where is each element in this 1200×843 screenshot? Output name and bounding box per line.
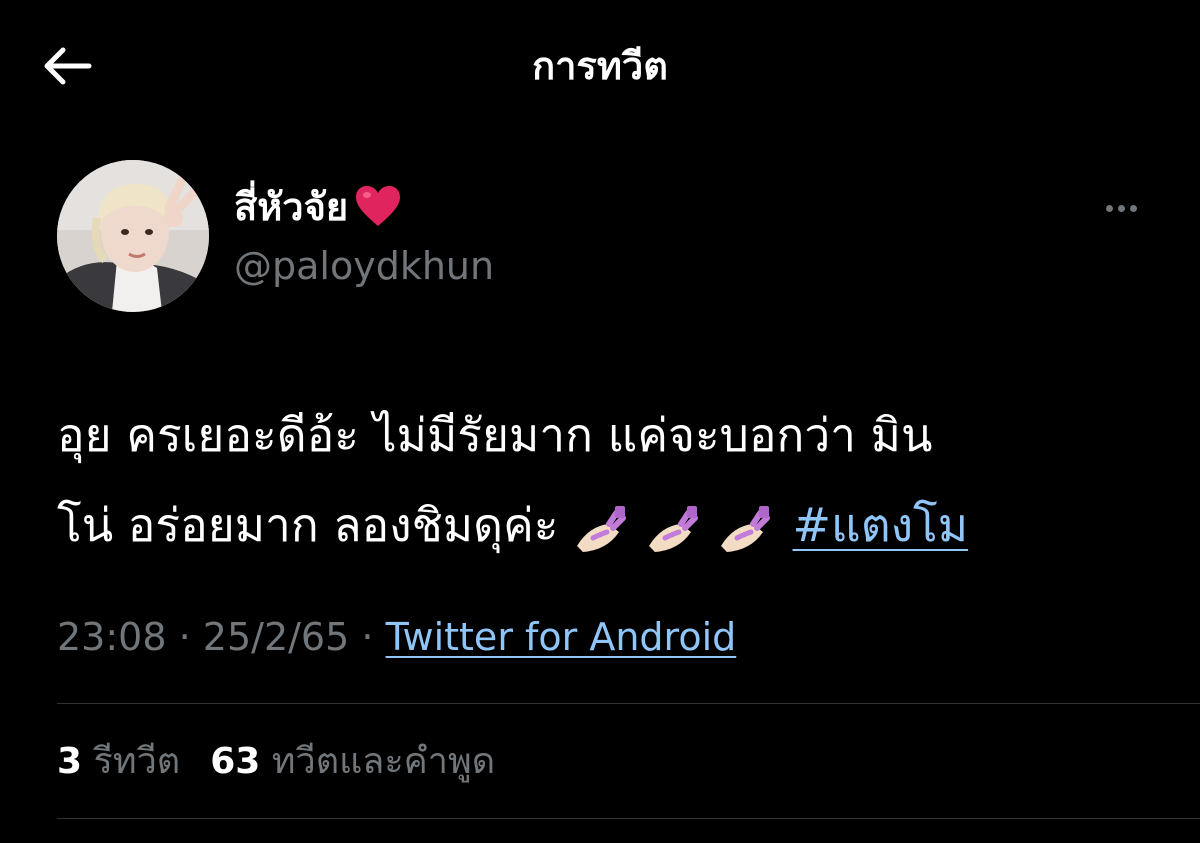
tweet-stats: 3 รีทวีต 63 ทวีตและคำพูด — [57, 734, 495, 790]
page-title: การทวีต — [532, 44, 668, 88]
tweet-text-line-2-text: โน่ อร่อยมาก ลองชิมดุค่ะ — [57, 498, 559, 552]
username-handle[interactable]: @paloydkhun — [234, 240, 494, 292]
nail-polish-icon — [576, 505, 626, 552]
tweet-source-link[interactable]: Twitter for Android — [386, 615, 737, 659]
more-horizontal-icon — [1105, 204, 1113, 212]
divider — [57, 818, 1200, 819]
meta-separator: · — [178, 615, 191, 659]
tweet-meta: 23:08 · 25/2/65 · Twitter for Android — [57, 608, 736, 666]
tweet-text-line-2: โน่ อร่อยมาก ลองชิมดุค่ะ #แตงโม — [57, 480, 1157, 570]
display-name: สี่หัวจัย — [234, 184, 349, 229]
tweet-date: 25/2/65 — [202, 615, 350, 659]
display-name-row[interactable]: สี่หัวจัย — [234, 180, 402, 232]
more-horizontal-icon — [1129, 204, 1137, 212]
avatar-image — [57, 160, 209, 312]
retweets-count: 3 — [57, 741, 83, 782]
divider — [57, 703, 1200, 704]
header: การทวีต — [0, 0, 1200, 130]
tweet-detail-page: การทวีต สี่หัวจัย @paloydkhun อุย ครเยอะ… — [0, 0, 1200, 843]
quotes-label: ทวีตและคำพูด — [271, 741, 496, 782]
retweets-label: รีทวีต — [93, 741, 181, 782]
tweet-text: อุย ครเยอะดีอ้ะ ไม่มีรัยมาก แค่จะบอกว่า … — [57, 390, 1157, 570]
meta-separator: · — [361, 615, 374, 659]
nail-polish-icon — [720, 505, 770, 552]
quotes-stat[interactable]: 63 ทวีตและคำพูด — [210, 734, 495, 790]
hashtag-link[interactable]: #แตงโม — [793, 498, 969, 552]
more-options-button[interactable] — [1094, 188, 1148, 228]
avatar[interactable] — [57, 160, 209, 312]
emoji-group — [573, 505, 773, 552]
quotes-count: 63 — [210, 741, 261, 782]
nail-polish-icon — [648, 505, 698, 552]
heart-icon — [356, 186, 401, 226]
tweet-text-line-1: อุย ครเยอะดีอ้ะ ไม่มีรัยมาก แค่จะบอกว่า … — [57, 408, 933, 462]
more-horizontal-icon — [1117, 204, 1125, 212]
tweet-time: 23:08 — [57, 615, 167, 659]
retweets-stat[interactable]: 3 รีทวีต — [57, 734, 180, 790]
